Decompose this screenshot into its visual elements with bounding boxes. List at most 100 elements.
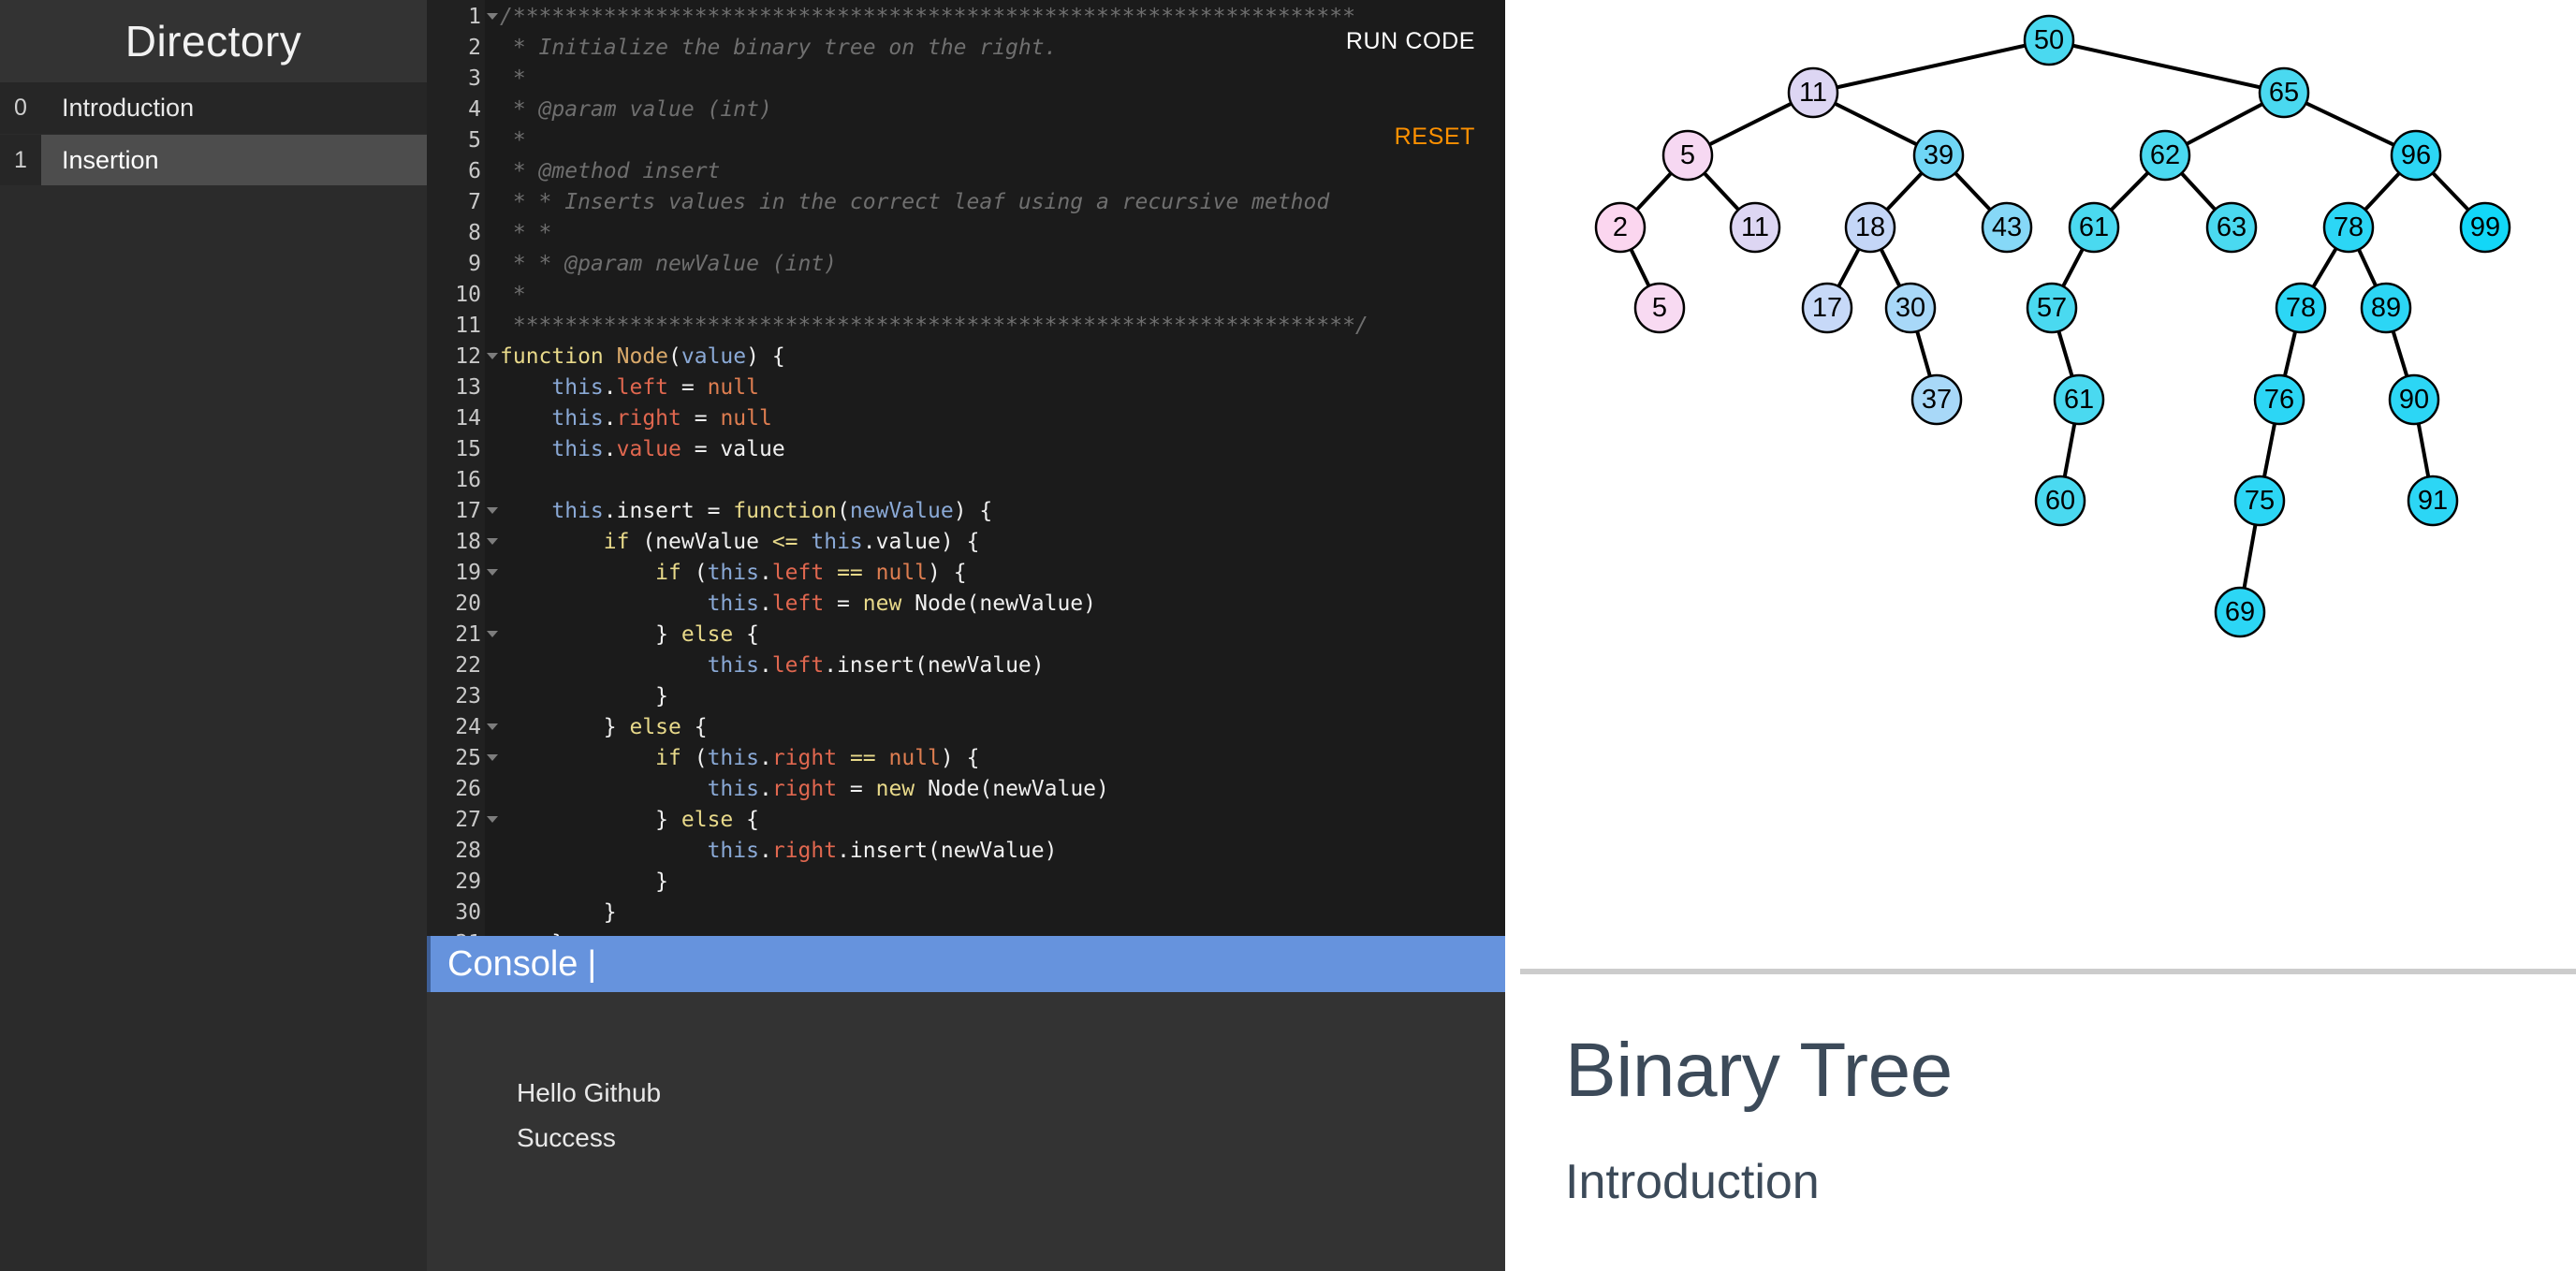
tree-node[interactable]: 37 bbox=[1910, 373, 1963, 426]
tree-node[interactable]: 60 bbox=[2034, 475, 2086, 527]
tree-node[interactable]: 63 bbox=[2205, 201, 2258, 254]
reset-button[interactable]: RESET bbox=[1395, 124, 1475, 151]
code-token: else bbox=[681, 808, 734, 832]
code-line: * * @param newValue (int) bbox=[500, 249, 1505, 280]
line-number: 20 bbox=[455, 592, 481, 616]
code-token: * @param value (int) bbox=[500, 97, 772, 122]
tree-node[interactable]: 78 bbox=[2322, 201, 2375, 254]
tree-node[interactable]: 78 bbox=[2275, 282, 2327, 334]
line-number: 16 bbox=[455, 468, 481, 492]
code-token: this bbox=[707, 653, 759, 678]
tree-edge bbox=[2048, 38, 2285, 95]
code-token: new bbox=[875, 777, 915, 801]
sidebar-item-insertion[interactable]: 1 Insertion bbox=[0, 134, 427, 185]
tree-node-value: 39 bbox=[1924, 140, 1954, 170]
tree-node[interactable]: 89 bbox=[2360, 282, 2412, 334]
tree-node[interactable]: 18 bbox=[1844, 201, 1896, 254]
code-token: this bbox=[707, 777, 759, 801]
code-token: . bbox=[603, 437, 617, 461]
tree-node[interactable]: 11 bbox=[1787, 66, 1839, 119]
tree-node-value: 61 bbox=[2079, 212, 2109, 242]
line-number: 9 bbox=[468, 252, 481, 276]
code-token: ) { bbox=[940, 530, 980, 554]
code-token: = bbox=[824, 592, 863, 616]
tree-node[interactable]: 69 bbox=[2214, 586, 2266, 638]
code-token: if bbox=[603, 530, 630, 554]
page-subtitle: Introduction bbox=[1565, 1155, 1820, 1210]
code-token: value bbox=[616, 437, 681, 461]
code-line: * @method insert bbox=[500, 156, 1505, 187]
tree-node[interactable]: 17 bbox=[1801, 282, 1853, 334]
code-token: * bbox=[500, 283, 526, 307]
line-number: 2 bbox=[468, 36, 481, 60]
tree-node[interactable]: 5 bbox=[1633, 282, 1686, 334]
tree-node[interactable]: 91 bbox=[2407, 475, 2459, 527]
tree-node[interactable]: 99 bbox=[2459, 201, 2511, 254]
tree-node-value: 5 bbox=[1680, 140, 1695, 170]
tree-node[interactable]: 61 bbox=[2068, 201, 2120, 254]
line-number: 27 bbox=[427, 805, 498, 836]
console-header-bar[interactable]: Console | bbox=[427, 936, 1505, 992]
code-line: this.left = new Node(newValue) bbox=[500, 589, 1505, 620]
sidebar-item-introduction[interactable]: 0 Introduction bbox=[0, 82, 427, 134]
code-token: (newValue bbox=[629, 530, 772, 554]
tree-node[interactable]: 76 bbox=[2253, 373, 2305, 426]
code-token: else bbox=[681, 622, 734, 647]
code-token: newValue bbox=[849, 499, 954, 523]
tree-node[interactable]: 11 bbox=[1729, 201, 1781, 254]
code-token: null bbox=[707, 375, 759, 400]
code-line: if (this.right == null) { bbox=[500, 743, 1505, 774]
tree-node[interactable]: 75 bbox=[2233, 475, 2286, 527]
tree-node[interactable]: 62 bbox=[2139, 129, 2191, 182]
code-token: /***************************************… bbox=[500, 5, 1355, 29]
code-token: left bbox=[616, 375, 669, 400]
tree-node[interactable]: 65 bbox=[2258, 66, 2310, 119]
code-line: if (this.left == null) { bbox=[500, 558, 1505, 589]
tree-node[interactable]: 2 bbox=[1594, 201, 1647, 254]
code-token: .insert(newValue) bbox=[837, 839, 1058, 863]
code-token: } bbox=[500, 900, 617, 925]
binary-tree-canvas[interactable]: 50 11 65 5 39 62 96 2 11 18 43 61 63 78 99 5 17 30 57 78 89 3… bbox=[1505, 0, 2576, 969]
code-token: value bbox=[875, 530, 941, 554]
tree-node[interactable]: 90 bbox=[2388, 373, 2440, 426]
code-token: * Initialize the binary tree on the righ… bbox=[500, 36, 1058, 60]
line-number: 13 bbox=[455, 375, 481, 400]
run-code-button[interactable]: RUN CODE bbox=[1346, 28, 1475, 55]
tree-node[interactable]: 5 bbox=[1661, 129, 1714, 182]
code-token: ) { bbox=[928, 561, 967, 585]
code-line: function Node(value) { bbox=[500, 342, 1505, 373]
code-token: left bbox=[771, 561, 825, 585]
tree-node[interactable]: 39 bbox=[1912, 129, 1965, 182]
line-number: 5 bbox=[468, 128, 481, 153]
tree-node[interactable]: 43 bbox=[1981, 201, 2033, 254]
documentation-pane: Binary Tree Introduction bbox=[1505, 974, 2576, 1271]
tree-node[interactable]: 50 bbox=[2023, 14, 2075, 66]
tree-node[interactable]: 57 bbox=[2026, 282, 2078, 334]
code-token: Node(newValue) bbox=[915, 777, 1109, 801]
code-editor[interactable]: 1 2 3 4 5 6 7 8 9 10 11 12 13 14 15 16 17 18 19 20 21 22 23 24 2… bbox=[427, 0, 1505, 936]
code-token: Node(newValue) bbox=[901, 592, 1097, 616]
code-token: * bbox=[500, 66, 526, 91]
code-content[interactable]: /***************************************… bbox=[485, 0, 1505, 936]
code-line: this.right = null bbox=[500, 403, 1505, 434]
tree-node[interactable]: 96 bbox=[2390, 129, 2442, 182]
tree-node-value: 30 bbox=[1895, 293, 1925, 323]
code-token: } bbox=[500, 808, 681, 832]
directory-sidebar: Directory 0 Introduction 1 Insertion bbox=[0, 0, 427, 1271]
tree-node[interactable]: 61 bbox=[2053, 373, 2105, 426]
line-number: 3 bbox=[468, 66, 481, 91]
code-token: . bbox=[603, 406, 617, 431]
line-number: 15 bbox=[455, 437, 481, 461]
code-token: ( bbox=[681, 561, 708, 585]
code-line: this.insert = function(newValue) { bbox=[500, 496, 1505, 527]
code-token: left bbox=[771, 592, 825, 616]
code-token: ) { bbox=[746, 344, 785, 369]
code-line: * bbox=[500, 125, 1505, 156]
tree-node[interactable]: 30 bbox=[1884, 282, 1937, 334]
code-token: null bbox=[875, 561, 929, 585]
